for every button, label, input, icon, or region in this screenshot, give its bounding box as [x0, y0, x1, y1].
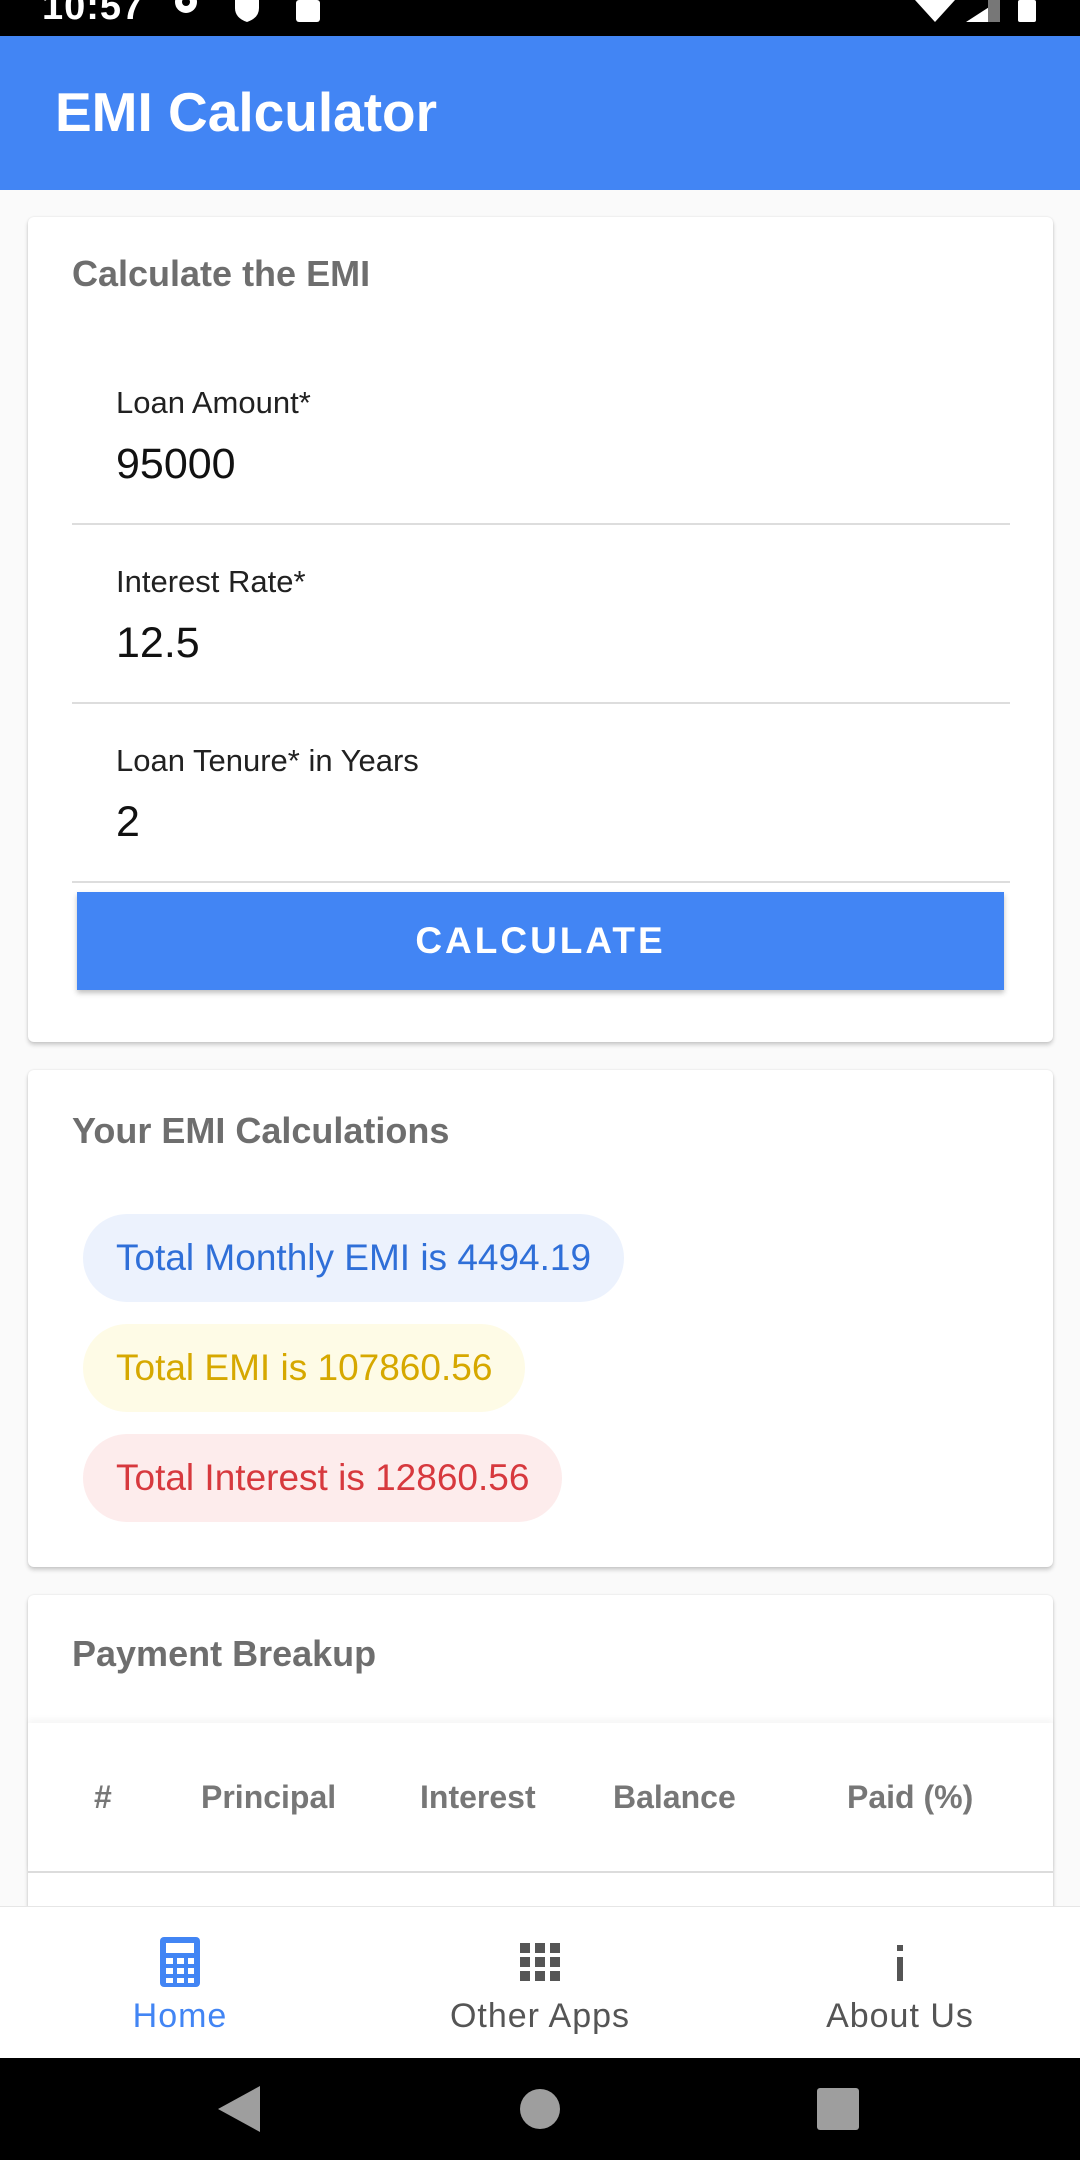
results-card: Your EMI Calculations Total Monthly EMI …	[28, 1070, 1053, 1567]
column-header-interest: Interest	[420, 1779, 536, 1815]
nav-label-home: Home	[132, 1997, 228, 2035]
info-icon	[897, 1945, 903, 1981]
nav-label-about-us: About Us	[826, 1997, 974, 2035]
monthly-emi-badge: Total Monthly EMI is 4494.19	[83, 1214, 625, 1302]
calculate-button[interactable]: CALCULATE	[77, 892, 1004, 990]
calculator-card: Calculate the EMI Loan Amount* Interest …	[28, 217, 1053, 1042]
system-navigation-bar	[0, 2058, 1080, 2160]
column-header-index: #	[94, 1779, 112, 1815]
home-circle-icon[interactable]	[519, 2088, 561, 2130]
settings-icon	[175, 0, 197, 13]
bottom-navigation: Home Other Apps About Us	[0, 1906, 1080, 2058]
calculator-icon	[160, 1937, 200, 1987]
status-time: 10:57	[42, 0, 145, 28]
payment-breakup-title: Payment Breakup	[72, 1633, 377, 1674]
column-header-principal: Principal	[201, 1779, 337, 1815]
payment-breakup-card: Payment Breakup # Principal Interest Bal…	[28, 1595, 1053, 1906]
column-header-paid-percent: Paid (%)	[847, 1779, 974, 1815]
loan-tenure-field[interactable]: Loan Tenure* in Years	[72, 705, 1010, 883]
nav-item-about-us[interactable]: About Us	[720, 1907, 1080, 2059]
total-interest-badge: Total Interest is 12860.56	[83, 1434, 563, 1522]
cell-signal-icon	[966, 0, 1000, 22]
loan-tenure-label: Loan Tenure* in Years	[116, 743, 419, 778]
total-emi-badge: Total EMI is 107860.56	[83, 1324, 526, 1412]
calculator-card-title: Calculate the EMI	[72, 253, 371, 294]
loan-tenure-input[interactable]	[116, 798, 916, 847]
interest-rate-input[interactable]	[116, 619, 916, 668]
interest-rate-label: Interest Rate*	[116, 564, 306, 599]
recents-square-icon[interactable]	[817, 2088, 859, 2130]
loan-amount-field[interactable]: Loan Amount*	[72, 347, 1010, 525]
loan-amount-input[interactable]	[116, 440, 916, 489]
back-icon[interactable]	[218, 2086, 262, 2132]
results-card-title: Your EMI Calculations	[72, 1110, 450, 1151]
loan-amount-label: Loan Amount*	[116, 385, 311, 420]
wifi-icon	[915, 0, 955, 22]
app-title: EMI Calculator	[55, 81, 438, 143]
sd-card-icon	[296, 0, 320, 22]
shield-icon	[235, 0, 259, 22]
interest-rate-field[interactable]: Interest Rate*	[72, 526, 1010, 704]
main-content[interactable]: Calculate the EMI Loan Amount* Interest …	[0, 190, 1080, 1906]
status-bar: 10:57	[0, 0, 1080, 36]
column-header-balance: Balance	[613, 1779, 736, 1815]
apps-grid-icon	[520, 1943, 560, 1981]
nav-item-other-apps[interactable]: Other Apps	[360, 1907, 720, 2059]
nav-label-other-apps: Other Apps	[449, 1997, 631, 2035]
breakup-table-header: # Principal Interest Balance Paid (%)	[28, 1723, 1053, 1873]
nav-item-home[interactable]: Home	[0, 1907, 360, 2059]
battery-icon	[1018, 0, 1036, 22]
app-bar: EMI Calculator	[0, 36, 1080, 190]
